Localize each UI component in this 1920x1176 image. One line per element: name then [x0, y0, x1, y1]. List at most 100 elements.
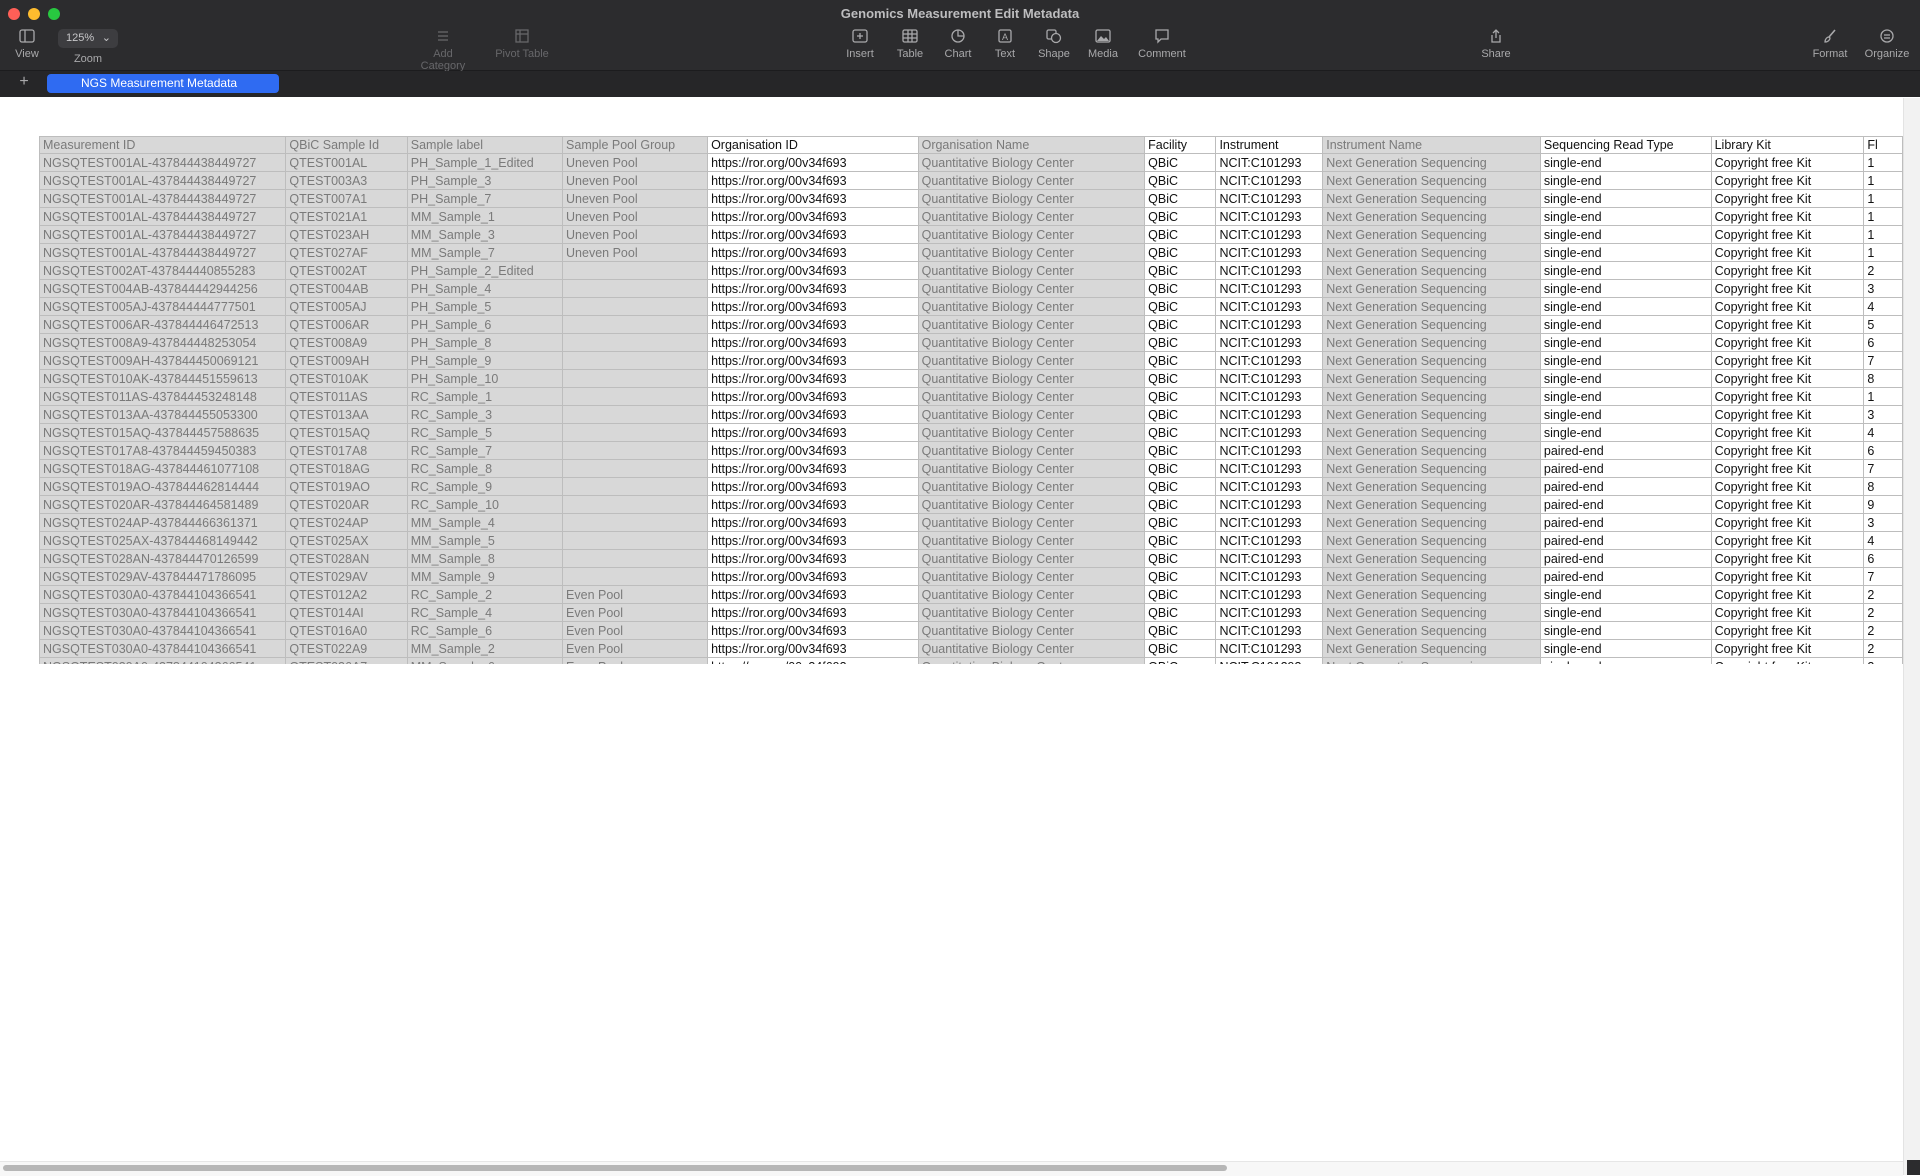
table-cell[interactable]: Next Generation Sequencing — [1322, 657, 1541, 664]
table-cell[interactable]: single-end — [1539, 423, 1712, 442]
table-cell[interactable]: paired-end — [1539, 495, 1712, 514]
table-cell[interactable]: PH_Sample_8 — [406, 333, 564, 352]
table-cell[interactable]: Copyright free Kit — [1710, 333, 1865, 352]
table-cell[interactable]: 8 — [1863, 369, 1903, 388]
table-cell[interactable]: Copyright free Kit — [1710, 279, 1865, 298]
table-cell[interactable]: NGSQTEST005AJ-437844444777501 — [39, 297, 287, 316]
table-row[interactable]: NGSQTEST011AS-437844453248148 QTEST011AS R… — [39, 387, 1903, 406]
table-cell[interactable]: Next Generation Sequencing — [1322, 585, 1541, 604]
table-cell[interactable]: Next Generation Sequencing — [1322, 531, 1541, 550]
table-cell[interactable]: https://ror.org/00v34f693 — [707, 603, 919, 622]
table-cell[interactable]: QTEST017A8 — [285, 441, 408, 460]
table-row[interactable]: NGSQTEST013AA-437844455053300 QTEST013AA R… — [39, 405, 1903, 424]
table-cell[interactable]: PH_Sample_5 — [406, 297, 564, 316]
table-cell[interactable]: https://ror.org/00v34f693 — [707, 153, 919, 172]
table-cell[interactable]: Quantitative Biology Center — [917, 513, 1146, 532]
table-cell[interactable]: Next Generation Sequencing — [1322, 369, 1541, 388]
table-cell[interactable]: Copyright free Kit — [1710, 369, 1865, 388]
column-header[interactable]: Organisation ID — [707, 136, 919, 154]
table-cell[interactable]: Copyright free Kit — [1710, 585, 1865, 604]
table-cell[interactable]: Quantitative Biology Center — [917, 405, 1146, 424]
table-cell[interactable]: paired-end — [1539, 567, 1712, 586]
table-cell[interactable]: QTEST020AR — [285, 495, 408, 514]
table-cell[interactable]: QBiC — [1144, 351, 1217, 370]
table-cell[interactable]: NCIT:C101293 — [1215, 369, 1324, 388]
table-cell[interactable]: QTEST023AH — [285, 225, 408, 244]
table-cell[interactable]: https://ror.org/00v34f693 — [707, 459, 919, 478]
view-button[interactable]: View — [0, 28, 57, 60]
table-cell[interactable]: 5 — [1863, 315, 1903, 334]
table-cell[interactable]: NCIT:C101293 — [1215, 549, 1324, 568]
table-cell[interactable]: NCIT:C101293 — [1215, 405, 1324, 424]
table-cell[interactable]: NGSQTEST008A9-437844448253054 — [39, 333, 287, 352]
table-cell[interactable]: NGSQTEST001AL-437844438449727 — [39, 171, 287, 190]
table-cell[interactable]: NCIT:C101293 — [1215, 207, 1324, 226]
table-cell[interactable]: QBiC — [1144, 189, 1217, 208]
table-cell[interactable]: Quantitative Biology Center — [917, 333, 1146, 352]
table-cell[interactable]: QTEST025AX — [285, 531, 408, 550]
table-cell[interactable]: https://ror.org/00v34f693 — [707, 171, 919, 190]
table-cell[interactable]: 3 — [1863, 513, 1903, 532]
table-cell[interactable]: Quantitative Biology Center — [917, 171, 1146, 190]
table-cell[interactable]: NGSQTEST029AV-437844471786095 — [39, 567, 287, 586]
table-cell[interactable]: QBiC — [1144, 531, 1217, 550]
table-cell[interactable]: MM_Sample_1 — [406, 207, 564, 226]
table-cell[interactable]: Copyright free Kit — [1710, 261, 1865, 280]
horizontal-scroll-thumb[interactable] — [3, 1165, 1227, 1171]
table-cell[interactable]: Copyright free Kit — [1710, 639, 1865, 658]
table-cell[interactable] — [562, 405, 709, 424]
table-cell[interactable]: single-end — [1539, 297, 1712, 316]
table-cell[interactable]: Even Pool — [562, 603, 709, 622]
table-cell[interactable]: NCIT:C101293 — [1215, 279, 1324, 298]
table-cell[interactable] — [562, 495, 709, 514]
table-cell[interactable]: https://ror.org/00v34f693 — [707, 423, 919, 442]
table-cell[interactable]: NGSQTEST002AT-437844440855283 — [39, 261, 287, 280]
table-cell[interactable]: 2 — [1863, 585, 1903, 604]
table-cell[interactable] — [562, 279, 709, 298]
table-row[interactable]: NGSQTEST030A0-437844104366541 QTEST012A2 R… — [39, 585, 1903, 604]
table-cell[interactable]: single-end — [1539, 207, 1712, 226]
table-cell[interactable]: Even Pool — [562, 657, 709, 664]
table-cell[interactable]: Next Generation Sequencing — [1322, 189, 1541, 208]
table-cell[interactable]: single-end — [1539, 351, 1712, 370]
table-row[interactable]: NGSQTEST019AO-437844462814444 QTEST019AO R… — [39, 477, 1903, 496]
table-cell[interactable]: https://ror.org/00v34f693 — [707, 477, 919, 496]
sheet-tab-ngs-measurement-metadata[interactable]: NGS Measurement Metadata — [47, 74, 279, 93]
table-cell[interactable]: QBiC — [1144, 333, 1217, 352]
table-cell[interactable]: NCIT:C101293 — [1215, 351, 1324, 370]
table-cell[interactable]: https://ror.org/00v34f693 — [707, 405, 919, 424]
table-cell[interactable]: NCIT:C101293 — [1215, 531, 1324, 550]
table-cell[interactable] — [562, 297, 709, 316]
table-cell[interactable]: https://ror.org/00v34f693 — [707, 207, 919, 226]
table-cell[interactable]: QBiC — [1144, 585, 1217, 604]
table-cell[interactable]: QTEST015AQ — [285, 423, 408, 442]
table-cell[interactable]: QTEST016A0 — [285, 621, 408, 640]
table-cell[interactable]: Quantitative Biology Center — [917, 549, 1146, 568]
table-cell[interactable]: Next Generation Sequencing — [1322, 171, 1541, 190]
table-cell[interactable]: NCIT:C101293 — [1215, 423, 1324, 442]
table-cell[interactable]: RC_Sample_10 — [406, 495, 564, 514]
table-cell[interactable]: NCIT:C101293 — [1215, 621, 1324, 640]
table-cell[interactable]: Quantitative Biology Center — [917, 423, 1146, 442]
table-cell[interactable]: Even Pool — [562, 585, 709, 604]
table-cell[interactable]: PH_Sample_3 — [406, 171, 564, 190]
table-cell[interactable]: NCIT:C101293 — [1215, 657, 1324, 664]
table-cell[interactable]: Copyright free Kit — [1710, 315, 1865, 334]
table-cell[interactable]: Quantitative Biology Center — [917, 639, 1146, 658]
table-cell[interactable]: QBiC — [1144, 423, 1217, 442]
table-cell[interactable]: NCIT:C101293 — [1215, 261, 1324, 280]
table-cell[interactable]: 3 — [1863, 279, 1903, 298]
table-cell[interactable]: RC_Sample_5 — [406, 423, 564, 442]
table-cell[interactable]: NCIT:C101293 — [1215, 297, 1324, 316]
table-cell[interactable]: NGSQTEST011AS-437844453248148 — [39, 387, 287, 406]
table-cell[interactable]: Uneven Pool — [562, 243, 709, 262]
table-row[interactable]: NGSQTEST030A0-437844104366541QTEST026A7M… — [39, 657, 1903, 664]
table-cell[interactable]: NGSQTEST004AB-437844442944256 — [39, 279, 287, 298]
table-cell[interactable]: NGSQTEST001AL-437844438449727 — [39, 243, 287, 262]
table-cell[interactable]: RC_Sample_3 — [406, 405, 564, 424]
table-cell[interactable]: Quantitative Biology Center — [917, 189, 1146, 208]
table-cell[interactable]: Quantitative Biology Center — [917, 567, 1146, 586]
table-cell[interactable]: RC_Sample_7 — [406, 441, 564, 460]
table-cell[interactable]: Next Generation Sequencing — [1322, 639, 1541, 658]
table-cell[interactable]: NGSQTEST015AQ-437844457588635 — [39, 423, 287, 442]
